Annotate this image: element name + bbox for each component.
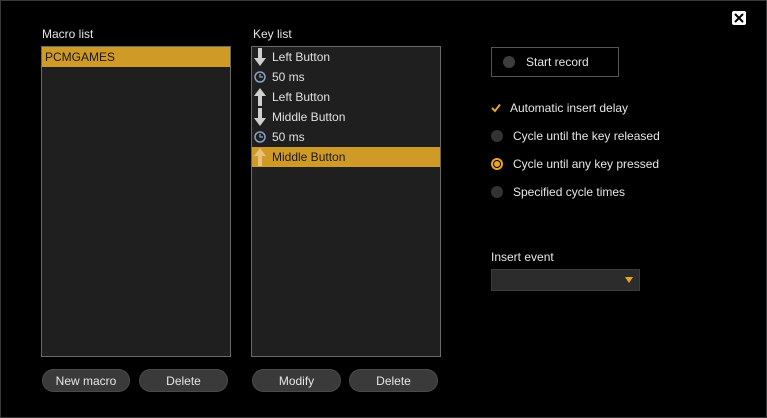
- arrow-up-icon: [252, 87, 268, 107]
- key-list-item[interactable]: Middle Button: [252, 107, 440, 127]
- macro-listbox[interactable]: PCMGAMES: [41, 46, 231, 357]
- modify-key-button[interactable]: Modify: [252, 369, 341, 392]
- key-item-label: Middle Button: [272, 150, 346, 164]
- close-icon: [734, 13, 744, 23]
- key-list-item[interactable]: 50 ms: [252, 67, 440, 87]
- insert-event-select[interactable]: [491, 269, 640, 291]
- cycle-released-option[interactable]: Cycle until the key released: [491, 128, 660, 144]
- macro-item-label: PCMGAMES: [45, 50, 116, 64]
- record-dot-icon: [503, 56, 515, 68]
- arrow-down-icon: [252, 107, 268, 127]
- checkmark-icon[interactable]: [491, 103, 501, 113]
- key-item-label: Left Button: [272, 50, 331, 64]
- close-button[interactable]: [732, 11, 746, 25]
- radio-icon[interactable]: [491, 186, 503, 198]
- macro-list-label: Macro list: [42, 27, 94, 41]
- start-record-label: Start record: [526, 55, 589, 69]
- cycle-any-key-label: Cycle until any key pressed: [513, 157, 660, 171]
- macro-list-item[interactable]: PCMGAMES: [42, 47, 230, 67]
- specified-cycle-option[interactable]: Specified cycle times: [491, 184, 625, 200]
- key-item-label: Middle Button: [272, 110, 346, 124]
- chevron-down-icon: [625, 277, 633, 283]
- cycle-released-label: Cycle until the key released: [513, 129, 660, 143]
- start-record-button[interactable]: Start record: [491, 47, 619, 77]
- new-macro-button[interactable]: New macro: [42, 369, 130, 392]
- key-list-item[interactable]: Middle Button: [252, 147, 440, 167]
- key-item-label: 50 ms: [272, 130, 305, 144]
- delete-key-button[interactable]: Delete: [349, 369, 438, 392]
- clock-icon: [252, 127, 268, 147]
- arrow-up-icon: [252, 147, 268, 167]
- insert-event-label: Insert event: [491, 250, 554, 264]
- clock-icon: [252, 67, 268, 87]
- key-list-item[interactable]: 50 ms: [252, 127, 440, 147]
- key-item-label: Left Button: [272, 90, 331, 104]
- key-list-item[interactable]: Left Button: [252, 47, 440, 67]
- key-item-label: 50 ms: [272, 70, 305, 84]
- key-list-label: Key list: [253, 27, 292, 41]
- radio-selected-icon[interactable]: [491, 158, 503, 170]
- key-list-item[interactable]: Left Button: [252, 87, 440, 107]
- specified-cycle-label: Specified cycle times: [513, 185, 626, 199]
- cycle-any-key-option[interactable]: Cycle until any key pressed: [491, 156, 659, 172]
- radio-icon[interactable]: [491, 130, 503, 142]
- delete-macro-button[interactable]: Delete: [139, 369, 228, 392]
- auto-delay-option[interactable]: Automatic insert delay: [491, 100, 628, 116]
- auto-delay-label: Automatic insert delay: [510, 101, 629, 115]
- macro-editor-window: Macro list PCMGAMES Key list Left Button…: [0, 0, 767, 418]
- arrow-down-icon: [252, 47, 268, 67]
- key-listbox[interactable]: Left Button 50 ms Left Button Middle But…: [251, 46, 441, 357]
